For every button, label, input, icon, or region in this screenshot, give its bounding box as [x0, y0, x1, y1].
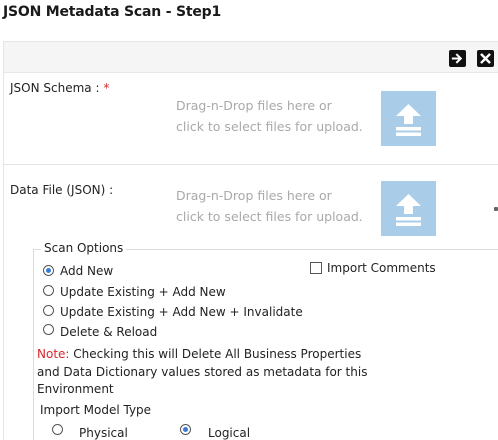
dropzone-text-line2: click to select files for upload. — [176, 119, 363, 134]
panel-toolbar — [4, 42, 498, 73]
json-schema-label: JSON Schema : * — [10, 81, 110, 95]
radio-logical[interactable] — [180, 424, 191, 435]
option-label: Delete & Reload — [60, 325, 158, 339]
dropzone-text-line1: Drag-n-Drop files here or — [176, 188, 332, 203]
dropzone-text-line2: click to select files for upload. — [176, 209, 363, 224]
option-label: Update Existing + Add New — [60, 285, 226, 299]
required-mark: * — [103, 81, 110, 95]
import-comments-label: Import Comments — [327, 261, 436, 275]
data-file-label: Data File (JSON) : — [10, 183, 114, 197]
upload-icon[interactable] — [381, 181, 436, 236]
note-text: Checking this will Delete All Business P… — [37, 347, 368, 396]
dropzone-text-line1: Drag-n-Drop files here or — [176, 98, 332, 113]
option-label: Logical — [208, 426, 251, 440]
option-label: Physical — [79, 426, 128, 440]
radio-update-existing[interactable] — [43, 285, 54, 296]
radio-add-new[interactable] — [43, 265, 54, 276]
radio-physical[interactable] — [52, 424, 63, 435]
scan-options-legend: Scan Options — [41, 241, 127, 255]
scroll-marker — [494, 207, 498, 211]
close-icon[interactable] — [477, 50, 494, 67]
data-file-dropzone[interactable]: Drag-n-Drop files here or click to selec… — [160, 184, 380, 240]
radio-update-invalidate[interactable] — [43, 305, 54, 316]
arrow-right-icon[interactable] — [449, 50, 466, 67]
import-model-type-label: Import Model Type — [40, 403, 152, 417]
json-schema-dropzone[interactable]: Drag-n-Drop files here or click to selec… — [160, 94, 380, 150]
upload-icon[interactable] — [381, 91, 436, 146]
option-label: Update Existing + Add New + Invalidate — [60, 305, 303, 319]
note-label: Note: — [37, 347, 70, 361]
page-title: JSON Metadata Scan - Step1 — [3, 4, 222, 20]
import-comments-checkbox[interactable] — [310, 262, 322, 274]
divider — [4, 164, 498, 165]
option-label: Add New — [60, 264, 114, 278]
radio-delete-reload[interactable] — [43, 324, 54, 335]
delete-warning-note: Note: Checking this will Delete All Busi… — [37, 346, 377, 399]
